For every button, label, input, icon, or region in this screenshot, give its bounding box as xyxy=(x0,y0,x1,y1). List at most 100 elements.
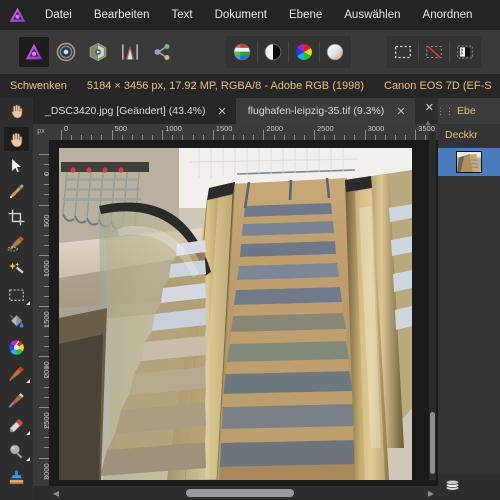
adjustments-group xyxy=(226,36,351,68)
tool-color-picker[interactable] xyxy=(0,178,33,204)
ruler-label: 2500 xyxy=(317,124,334,133)
image-info-label: 5184 × 3456 px, 17.92 MP, RGBA/8 - Adobe… xyxy=(86,80,364,92)
persona-group xyxy=(18,37,178,67)
main-toolbar xyxy=(0,30,500,74)
tool-hand[interactable] xyxy=(0,126,33,152)
panel-close-icon[interactable]: ✕ xyxy=(425,101,434,114)
tool-flyout-indicator xyxy=(26,301,30,305)
tool-paint-bucket[interactable] xyxy=(0,308,33,334)
menu-anordnen[interactable]: Anordnen xyxy=(412,0,484,30)
menu-datei[interactable]: Datei xyxy=(34,0,83,30)
ruler-major-tick xyxy=(39,457,49,459)
document-tab-2-title: flughafen-leipzig-35.tif (9.3%) xyxy=(247,105,385,117)
hand-icon[interactable] xyxy=(0,98,33,124)
gradient-adjustment-button[interactable] xyxy=(320,37,350,67)
menu-auswaehlen[interactable]: Auswählen xyxy=(333,0,411,30)
ruler-major-tick xyxy=(364,130,366,140)
ruler-major-tick xyxy=(39,255,49,257)
ruler-label: 2000 xyxy=(266,124,284,133)
tool-blur[interactable] xyxy=(0,438,33,464)
ruler-major-tick xyxy=(61,130,62,140)
tool-clone-stamp[interactable] xyxy=(0,464,33,490)
horizontal-scroll-thumb[interactable] xyxy=(185,489,295,497)
ruler-major-tick xyxy=(263,130,265,140)
ruler-label: 1500 xyxy=(215,124,233,133)
layers-stack-icon[interactable] xyxy=(444,476,461,498)
layers-studio-panel: ⋮⋮ Ebe Deckkr xyxy=(436,98,500,500)
ruler-major-tick xyxy=(111,130,113,140)
opacity-label: Deckkr xyxy=(445,129,478,141)
persona-export[interactable] xyxy=(147,37,177,67)
document-tab-2-close-icon[interactable]: ✕ xyxy=(396,105,405,118)
tool-color-wheel-palette[interactable] xyxy=(0,334,33,360)
ruler-label: 0 xyxy=(64,124,69,133)
tool-flyout-indicator xyxy=(26,457,30,461)
layer-row[interactable] xyxy=(438,148,500,176)
camera-info-label: Canon EOS 7D (EF-S xyxy=(384,80,492,92)
ruler-major-tick xyxy=(415,130,417,140)
panel-vertical-scroll-track[interactable] xyxy=(429,132,436,480)
ruler-major-tick xyxy=(39,204,49,206)
tool-move[interactable] xyxy=(0,152,33,178)
ruler-label: 3000 xyxy=(367,124,385,133)
document-tab-1[interactable]: _DSC3420.jpg [Geändert] (43.4%) ✕ xyxy=(33,98,236,124)
ruler-major-tick xyxy=(212,130,214,140)
ruler-major-tick xyxy=(39,407,49,408)
horizontal-scrollbar[interactable]: ◀ ▶ xyxy=(49,486,438,500)
vertical-ruler[interactable]: 050010001500200025003000 xyxy=(33,140,49,486)
tool-flyout-indicator xyxy=(26,431,30,435)
document-tab-1-close-icon[interactable]: ✕ xyxy=(218,105,227,118)
ruler-major-tick xyxy=(39,356,49,358)
channels-adjustment-button[interactable] xyxy=(227,37,257,67)
horizontal-ruler[interactable]: 0 500 1000 1500 2000 2500 3000 3500 xyxy=(49,124,438,140)
layers-panel-footer xyxy=(438,474,500,500)
layers-panel-body: Deckkr xyxy=(438,124,500,500)
drag-handle-icon[interactable]: ⋮⋮ xyxy=(436,98,454,124)
canvas-viewport[interactable] xyxy=(49,140,438,486)
tool-paint-brush[interactable] xyxy=(0,360,33,386)
document-tab-2[interactable]: flughafen-leipzig-35.tif (9.3%) ✕ xyxy=(235,98,415,124)
menu-dokument[interactable]: Dokument xyxy=(204,0,278,30)
deselect-button[interactable] xyxy=(419,37,449,67)
persona-photo[interactable] xyxy=(19,37,49,67)
menu-bearbeiten[interactable]: Bearbeiten xyxy=(83,0,161,30)
ruler-unit-label[interactable]: px xyxy=(33,124,49,140)
document-tab-1-title: _DSC3420.jpg [Geändert] (43.4%) xyxy=(45,105,206,117)
ruler-major-tick xyxy=(314,130,315,140)
persona-tone-mapping[interactable] xyxy=(115,37,145,67)
persona-develop[interactable] xyxy=(83,37,113,67)
marquee-selection-button[interactable] xyxy=(388,37,418,67)
scroll-left-arrow-icon[interactable]: ◀ xyxy=(49,486,63,500)
tool-crop[interactable] xyxy=(0,204,33,230)
tool-marquee[interactable] xyxy=(0,282,33,308)
panel-scroll-up-arrow-icon[interactable]: ▲ xyxy=(422,118,434,127)
scroll-right-arrow-icon[interactable]: ▶ xyxy=(424,486,438,500)
black-white-adjustment-button[interactable] xyxy=(258,37,288,67)
document-canvas[interactable] xyxy=(59,148,412,480)
tool-selection-brush[interactable] xyxy=(0,230,33,256)
context-toolbar: Schwenken 5184 × 3456 px, 17.92 MP, RGBA… xyxy=(0,74,500,98)
affinity-photo-window: Datei Bearbeiten Text Dokument Ebene Aus… xyxy=(0,0,500,500)
affinity-logo-icon[interactable] xyxy=(0,0,34,30)
tool-eraser[interactable] xyxy=(0,412,33,438)
menu-ebene[interactable]: Ebene xyxy=(278,0,333,30)
ruler-major-tick xyxy=(39,154,49,155)
ruler-major-tick xyxy=(162,130,164,140)
tools-panel xyxy=(0,124,33,500)
tool-magic-wand[interactable] xyxy=(0,256,33,282)
ruler-label: 500 xyxy=(114,124,128,133)
menu-text[interactable]: Text xyxy=(160,0,203,30)
document-area: px 0500100015002000250030003500 05001000… xyxy=(33,124,438,500)
layer-thumbnail xyxy=(456,151,482,173)
tab-ebene[interactable]: Ebe xyxy=(452,98,500,124)
color-wheel-adjustment-button[interactable] xyxy=(289,37,319,67)
ruler-label: 1000 xyxy=(165,124,182,133)
tool-flyout-indicator xyxy=(26,379,30,383)
refine-selection-button[interactable] xyxy=(450,37,480,67)
ruler-major-tick xyxy=(39,305,49,307)
horizontal-scroll-track[interactable] xyxy=(63,486,424,500)
selection-group xyxy=(387,36,481,68)
panel-vertical-scroll-thumb[interactable] xyxy=(430,412,435,474)
persona-liquify[interactable] xyxy=(51,37,81,67)
tool-smudge-brush[interactable] xyxy=(0,386,33,412)
